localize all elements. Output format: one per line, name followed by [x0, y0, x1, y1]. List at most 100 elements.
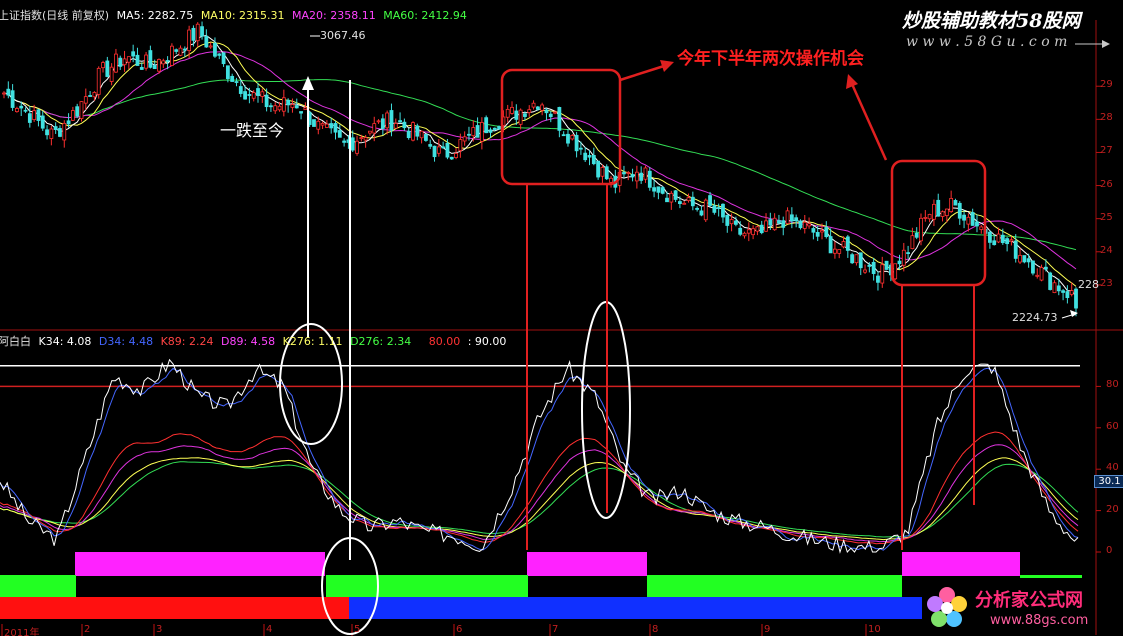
price-tick-label: 29 — [1100, 79, 1113, 91]
low-price-label: 2224.73 — [1012, 311, 1058, 324]
candle-body — [355, 140, 359, 154]
candle-body — [363, 137, 368, 141]
candle-body — [682, 202, 687, 205]
candle-body — [841, 241, 846, 248]
candle-body — [634, 171, 639, 182]
candle-body — [380, 118, 385, 129]
candle-body — [505, 108, 510, 118]
candle-body — [23, 109, 28, 112]
candle-body — [230, 75, 235, 82]
main-title: 上证指数(日线 前复权) — [0, 9, 110, 22]
candle-body — [553, 111, 557, 114]
candle-body — [187, 29, 192, 51]
candle-body — [329, 123, 334, 129]
candle-body — [531, 102, 536, 108]
candle-body — [49, 128, 54, 139]
candle-body — [639, 172, 644, 181]
candle-body — [802, 221, 807, 229]
candle-body — [368, 130, 372, 134]
candle-body — [243, 91, 247, 100]
watermark-top-url: w w w . 5 8 G u . c o m — [906, 34, 1068, 50]
candle-body — [324, 123, 329, 128]
candle-body — [191, 27, 196, 41]
candle-body — [2, 92, 6, 95]
candle-body — [652, 187, 656, 192]
candle-body — [372, 123, 377, 134]
price-tick-label: 28 — [1100, 112, 1113, 124]
candle-body — [419, 130, 424, 139]
candle-body — [337, 130, 342, 138]
candle-body — [251, 92, 256, 99]
candle-body — [901, 249, 906, 266]
candle-body — [398, 120, 402, 123]
candle-body — [36, 109, 41, 121]
candle-body — [320, 123, 325, 126]
candle-body — [815, 232, 820, 237]
candle-body — [122, 58, 127, 66]
candle-body — [350, 137, 355, 151]
candle-body — [109, 66, 114, 82]
candle-body — [626, 172, 631, 174]
candle-body — [299, 111, 303, 114]
candle-body — [1065, 291, 1070, 299]
candle-body — [488, 129, 493, 133]
ind-tick-label: 80 — [1106, 379, 1119, 391]
ind-tick-label: 40 — [1106, 462, 1119, 474]
candle-body — [966, 216, 971, 225]
candle-body — [432, 145, 437, 158]
green-signal-band — [647, 575, 902, 597]
k89-label: K89: 2.24 — [160, 335, 214, 348]
candle-body — [992, 240, 997, 246]
watermark-bottom-url: www.88gs.com — [990, 613, 1089, 628]
candle-body — [195, 23, 200, 42]
candle-body — [200, 26, 204, 37]
candle-body — [281, 97, 286, 112]
candle-body — [996, 233, 1001, 243]
candle-body — [333, 123, 338, 133]
candle-body — [148, 50, 153, 68]
candle-body — [290, 104, 295, 108]
candle-body — [45, 129, 49, 136]
candle-body — [919, 217, 923, 242]
candle-body — [923, 217, 928, 219]
candle-body — [867, 264, 872, 267]
candle-body — [449, 156, 454, 160]
candle-body — [62, 122, 67, 141]
candle-body — [940, 211, 945, 217]
ma60-label: MA60: 2412.94 — [383, 9, 467, 22]
candle-body — [402, 121, 407, 129]
candle-body — [1026, 258, 1031, 263]
candle-body — [828, 236, 833, 254]
green-signal-band — [326, 575, 528, 597]
candle-body — [260, 91, 265, 97]
candle-body — [393, 123, 398, 129]
candle-body — [936, 199, 941, 217]
candle-body — [424, 134, 428, 141]
candle-body — [204, 36, 209, 48]
candle-body — [170, 45, 174, 66]
candle-body — [970, 212, 975, 226]
candle-body — [79, 101, 84, 119]
candle-body — [824, 227, 829, 238]
candle-body — [1052, 282, 1057, 294]
candle-body — [114, 53, 118, 73]
candle-body — [1005, 238, 1010, 245]
d89-line — [0, 444, 1079, 543]
candle-body — [92, 92, 97, 98]
ops-annotation: 今年下半年两次操作机会 — [677, 49, 864, 69]
candle-body — [678, 201, 682, 205]
candle-body — [286, 99, 291, 106]
candle-body — [953, 200, 958, 206]
candle-body — [1031, 260, 1035, 274]
candle-body — [126, 56, 131, 63]
candle-body — [118, 57, 123, 67]
candle-body — [475, 125, 480, 138]
k34-line — [0, 358, 1079, 554]
candle-body — [238, 86, 243, 94]
candle-body — [785, 210, 790, 225]
candle-body — [66, 120, 71, 125]
candle-body — [269, 105, 273, 108]
candle-body — [376, 120, 381, 123]
candle-body — [833, 248, 837, 254]
candle-body — [428, 144, 433, 147]
